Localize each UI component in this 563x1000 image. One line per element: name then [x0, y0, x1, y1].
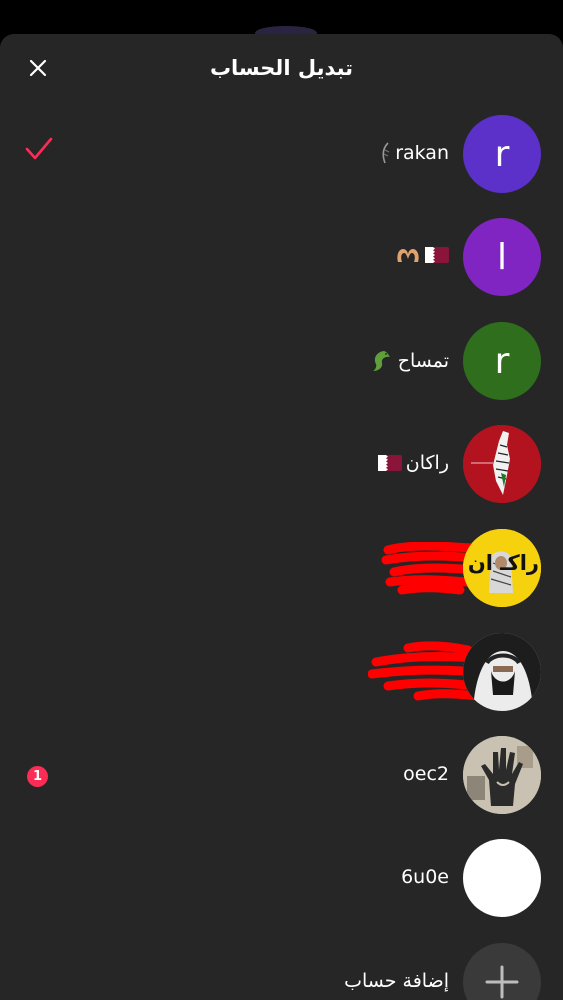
palestine-map-image: [463, 425, 541, 503]
qatar-flag-icon: [377, 455, 402, 471]
account-name: oec2: [403, 763, 449, 785]
add-account-label-wrap: إضافة حساب: [344, 970, 449, 992]
avatar-ghutra-portrait: [463, 633, 541, 711]
avatar: l: [463, 218, 541, 296]
status-bar: [0, 0, 563, 40]
account-row-6u0e[interactable]: 6u0e: [0, 828, 563, 928]
add-account-label: إضافة حساب: [344, 970, 449, 992]
heart-hands-icon: [397, 249, 419, 262]
portrait-image: [463, 633, 541, 711]
add-account-button[interactable]: إضافة حساب: [0, 932, 563, 1000]
avatar-letter: r: [494, 340, 510, 382]
account-name: [395, 245, 449, 265]
account-name: rakan: [379, 142, 449, 164]
account-row-6[interactable]: [0, 622, 563, 722]
feather-emoji-icon: [382, 142, 390, 164]
account-row-5[interactable]: راكـ ان: [0, 518, 563, 618]
crocodile-emoji-icon: [372, 351, 390, 371]
account-row-2[interactable]: l: [0, 207, 563, 307]
handprint-image: [463, 736, 541, 814]
account-row-4[interactable]: راكان: [0, 414, 563, 514]
sheet-header: تبديل الحساب: [0, 34, 563, 104]
account-row-rakan[interactable]: rakan r: [0, 104, 563, 204]
qatar-flag-icon: [425, 247, 449, 263]
account-name: راكان: [377, 452, 449, 474]
plus-icon: [485, 965, 519, 999]
avatar: r: [463, 322, 541, 400]
account-name-text: تمساح: [397, 350, 449, 372]
avatar-yellow-logo: راكـ ان: [463, 529, 541, 607]
account-name-text: 6u0e: [401, 866, 449, 888]
notification-badge: 1: [27, 766, 48, 787]
avatar: [463, 839, 541, 917]
avatar-letter: l: [496, 236, 507, 278]
page-title: تبديل الحساب: [209, 56, 354, 80]
switch-account-sheet: تبديل الحساب rakan r l تمساح r راكان راك…: [0, 34, 563, 1000]
account-row-oec2[interactable]: 1 oec2: [0, 725, 563, 825]
account-name-text: rakan: [395, 142, 449, 164]
selected-check-icon: [25, 137, 53, 160]
account-name-text: راكان: [405, 452, 449, 474]
avatar-logo-text: راكـ ان: [467, 551, 539, 575]
avatar-letter: r: [494, 133, 510, 175]
add-account-avatar: [463, 943, 541, 1000]
avatar-palestine-map: [463, 425, 541, 503]
account-row-3[interactable]: تمساح r: [0, 311, 563, 411]
account-name-text: oec2: [403, 763, 449, 785]
avatar-handprint: [463, 736, 541, 814]
avatar: r: [463, 115, 541, 193]
account-name: تمساح: [370, 349, 449, 373]
account-name: 6u0e: [401, 866, 449, 888]
